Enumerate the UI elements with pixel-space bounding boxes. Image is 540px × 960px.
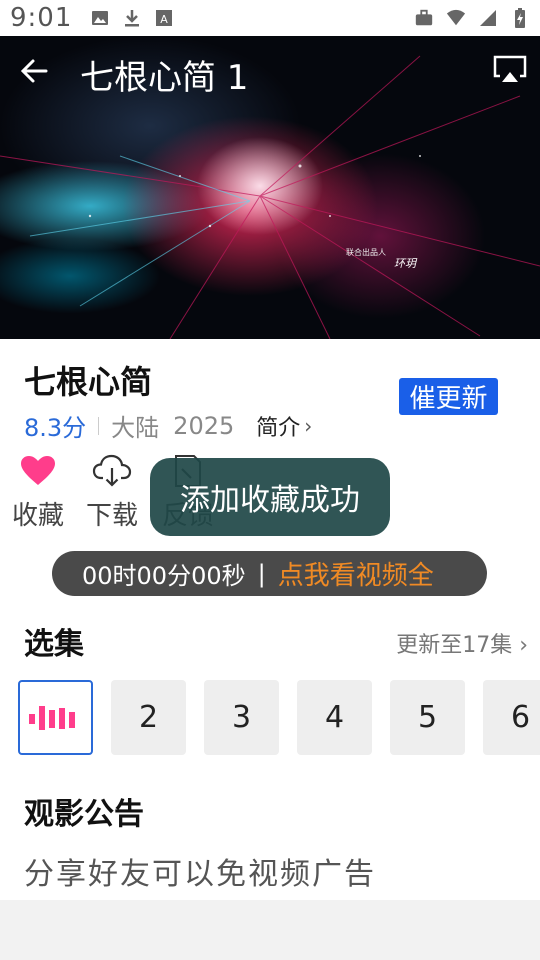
- countdown-text: 00时00分00秒: [82, 562, 246, 590]
- briefcase-icon: [414, 8, 434, 28]
- meta-divider: [98, 416, 100, 435]
- episode-item-playing[interactable]: [18, 680, 93, 755]
- svg-text:A: A: [161, 13, 169, 26]
- episode-item[interactable]: 4: [297, 680, 372, 755]
- wifi-icon: [446, 8, 466, 28]
- toast-message: 添加收藏成功: [150, 458, 390, 536]
- cloud-download-icon: [92, 451, 132, 491]
- back-arrow-icon[interactable]: [18, 56, 52, 86]
- video-player[interactable]: 七根心简 1 联合出品人 环玥: [0, 36, 540, 339]
- episode-item[interactable]: 3: [204, 680, 279, 755]
- episodes-update-link[interactable]: 更新至17集 ›: [396, 627, 528, 659]
- download-icon: [122, 8, 142, 28]
- watermark-credit: 联合出品人: [346, 248, 386, 257]
- watermark-name: 环玥: [394, 257, 416, 270]
- detail-content: 七根心简 催更新 8.3分 大陆 2025 简介 › 收藏 下载 反馈 添加收: [0, 339, 540, 900]
- signal-icon: [478, 8, 498, 28]
- image-icon: [90, 8, 110, 28]
- playing-bars-icon: [28, 705, 75, 730]
- player-title: 七根心简 1: [80, 58, 249, 98]
- year-label: 2025: [173, 411, 235, 440]
- episodes-title: 选集: [24, 627, 84, 662]
- intro-link[interactable]: 简介: [256, 410, 300, 442]
- cast-icon[interactable]: [492, 54, 528, 86]
- status-time: 9:01: [10, 3, 73, 33]
- meta-row: 8.3分 大陆 2025 简介 ›: [24, 408, 312, 443]
- favorite-button[interactable]: 收藏: [6, 451, 70, 532]
- notice-title: 观影公告: [24, 797, 144, 832]
- battery-icon: [510, 8, 530, 28]
- status-bar: 9:01 A: [0, 0, 540, 36]
- watch-video-link[interactable]: 点我看视频全: [278, 555, 434, 592]
- episode-list: 2 3 4 5 6: [18, 680, 540, 755]
- rating-score: 8.3分: [24, 414, 87, 442]
- watch-timer-bar[interactable]: 00时00分00秒 | 点我看视频全: [52, 551, 487, 596]
- favorite-label: 收藏: [11, 501, 64, 531]
- episode-item[interactable]: 5: [390, 680, 465, 755]
- heart-icon: [18, 451, 58, 491]
- notice-text: 分享好友可以免视频广告: [24, 857, 376, 892]
- show-title: 七根心简: [24, 363, 153, 401]
- region-label: 大陆: [111, 414, 160, 442]
- download-label: 下载: [85, 501, 138, 531]
- download-button[interactable]: 下载: [80, 451, 144, 532]
- chevron-right-icon[interactable]: ›: [304, 414, 312, 438]
- episode-item[interactable]: 2: [111, 680, 186, 755]
- font-icon: A: [154, 8, 174, 28]
- timer-divider: |: [257, 559, 266, 588]
- episode-item[interactable]: 6: [483, 680, 540, 755]
- urge-update-button[interactable]: 催更新: [399, 378, 498, 415]
